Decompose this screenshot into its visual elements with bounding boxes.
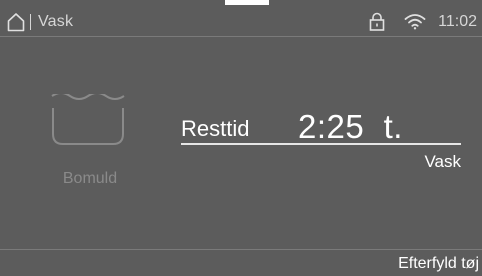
program-name: Bomuld	[62, 170, 118, 187]
lock-icon	[369, 12, 385, 31]
breadcrumb-separator	[30, 14, 31, 30]
remaining-time-underline	[181, 143, 461, 145]
washtub-icon	[51, 94, 125, 145]
footer-divider	[0, 249, 482, 250]
program-phase: Vask	[424, 152, 461, 171]
washer-display: Vask 11:02 Bomuld Resttid 2:25 t. Vask E…	[0, 0, 482, 276]
wifi-icon	[404, 14, 426, 30]
breadcrumb-title: Vask	[38, 13, 74, 30]
status-bar: Vask 11:02	[0, 0, 482, 36]
clock-time: 11:02	[438, 13, 477, 30]
home-icon[interactable]	[7, 12, 25, 32]
status-divider	[0, 36, 482, 37]
add-laundry-button[interactable]: Efterfyld tøj	[398, 255, 479, 273]
remaining-time-value: 2:25 t.	[298, 108, 403, 145]
remaining-time-label: Resttid	[181, 116, 250, 141]
top-notch	[225, 0, 269, 5]
